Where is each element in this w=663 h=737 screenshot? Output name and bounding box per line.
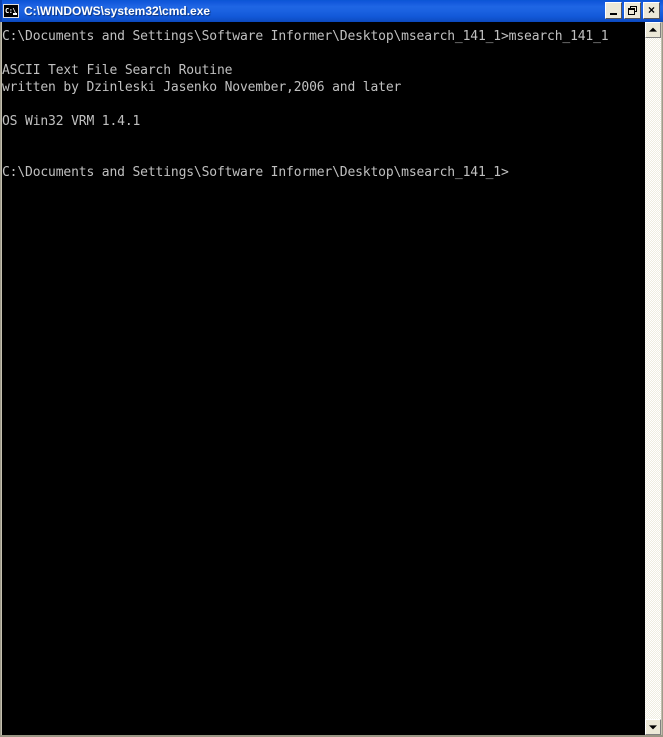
scrollbar-track[interactable] <box>645 38 661 719</box>
close-button[interactable]: × <box>643 2 660 19</box>
console-client-area[interactable]: C:\Documents and Settings\Software Infor… <box>2 22 645 735</box>
cmd-window: C:\ C:\WINDOWS\system32\cmd.exe × C:\Doc… <box>0 0 663 737</box>
minimize-button[interactable] <box>605 2 622 19</box>
minimize-icon <box>610 13 617 15</box>
window-controls: × <box>605 2 660 19</box>
window-title: C:\WINDOWS\system32\cmd.exe <box>24 4 211 18</box>
close-icon: × <box>647 3 655 17</box>
cmd-icon-glyph: C:\ <box>5 7 17 15</box>
cmd-icon-cursor <box>13 13 17 15</box>
window-border-left <box>0 22 2 737</box>
scroll-down-arrow-icon <box>649 725 657 730</box>
scroll-down-button[interactable] <box>645 719 661 735</box>
restore-button[interactable] <box>624 2 641 19</box>
title-bar[interactable]: C:\ C:\WINDOWS\system32\cmd.exe × <box>0 0 663 22</box>
scroll-up-button[interactable] <box>645 22 661 38</box>
console-output: C:\Documents and Settings\Software Infor… <box>2 29 609 180</box>
vertical-scrollbar[interactable] <box>645 22 661 735</box>
restore-icon-front <box>628 8 635 15</box>
cmd-console-icon: C:\ <box>3 4 19 18</box>
scroll-up-arrow-icon <box>649 27 657 32</box>
